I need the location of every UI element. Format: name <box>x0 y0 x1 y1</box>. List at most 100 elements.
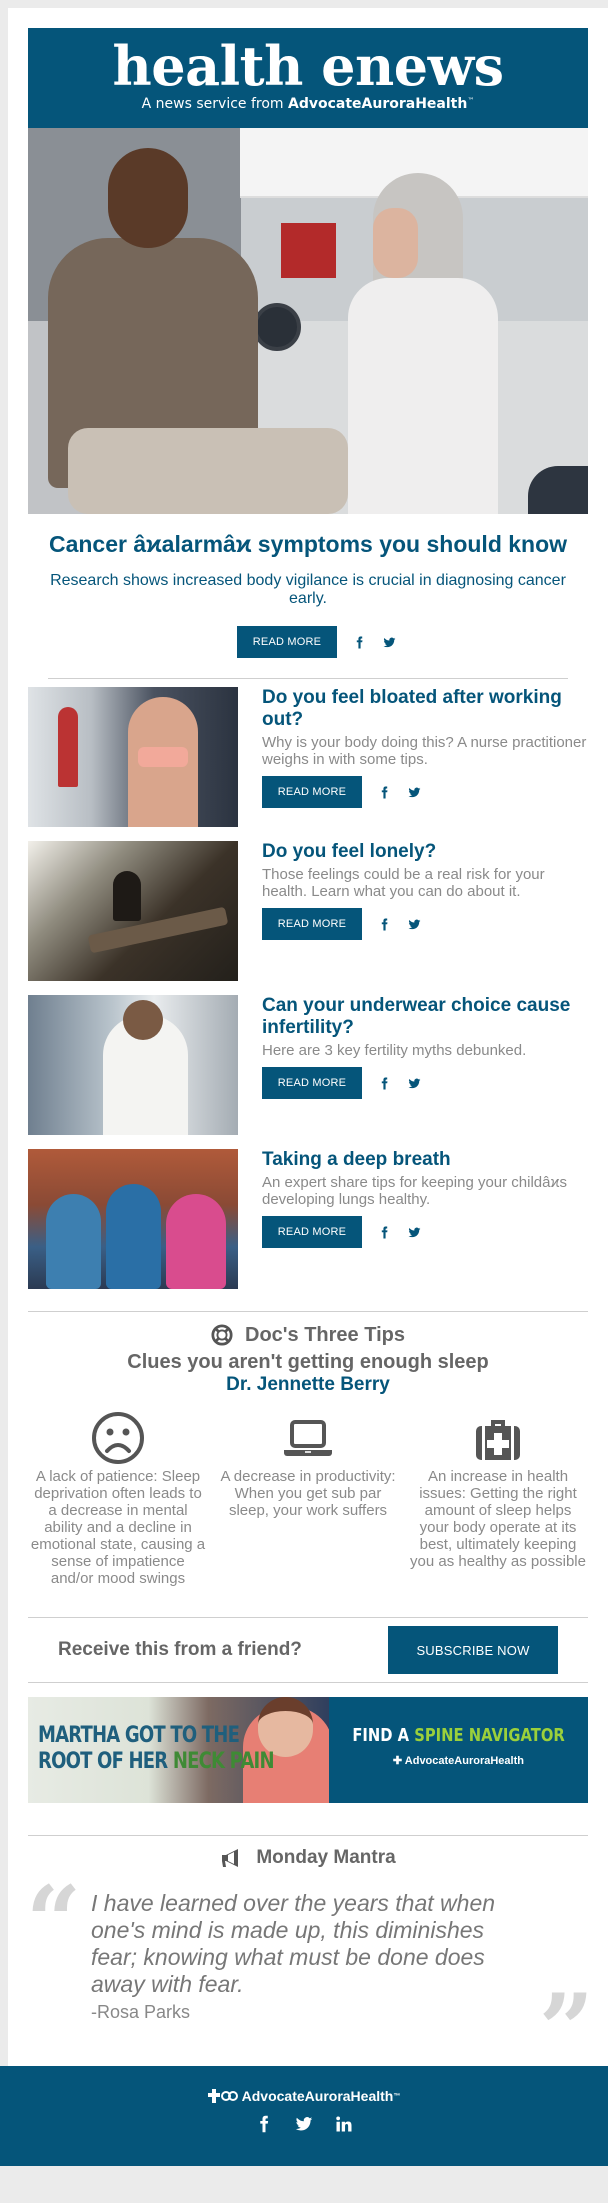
story-actions: READ MORE <box>262 908 588 940</box>
footer-logo-text: AdvocateAuroraHealth <box>241 2088 394 2104</box>
story-title[interactable]: Taking a deep breath <box>262 1149 588 1171</box>
ad-headline: MARTHA GOT TO THE ROOT OF HER NECK PAIN <box>38 1723 275 1775</box>
story-summary: Those feelings could be a real risk for … <box>262 866 545 900</box>
thumb-child <box>166 1194 226 1289</box>
quote-block: “ I have learned over the years that whe… <box>26 1874 594 2078</box>
facebook-icon[interactable] <box>376 1224 392 1240</box>
masthead[interactable]: health enews A news service from Advocat… <box>28 28 588 128</box>
ad-cta: FIND A SPINE NAVIGATOR <box>352 1725 564 1746</box>
read-more-button[interactable]: READ MORE <box>262 776 362 808</box>
tips-subtitle: Clues you aren't getting enough sleep <box>127 1351 489 1373</box>
facebook-icon[interactable] <box>351 634 367 650</box>
thumb-figure-top <box>138 747 188 767</box>
trademark: ™ <box>393 2092 401 2100</box>
facebook-icon[interactable] <box>376 916 392 932</box>
divider <box>48 678 568 679</box>
mantra-heading-text: Monday Mantra <box>256 1847 396 1868</box>
tip-text: A lack of patience: Sleep deprivation of… <box>30 1468 206 1587</box>
ad-cta-panel: FIND A SPINE NAVIGATOR ✚ AdvocateAuroraH… <box>328 1697 588 1803</box>
hero-clinician-face <box>373 208 418 278</box>
subscribe-button[interactable]: SUBSCRIBE NOW <box>388 1626 558 1674</box>
read-more-button[interactable]: READ MORE <box>262 1216 362 1248</box>
story-summary: An expert share tips for keeping your ch… <box>262 1174 568 1208</box>
hero-patient-legs <box>68 428 348 514</box>
subscribe-bar: Receive this from a friend? SUBSCRIBE NO… <box>28 1618 588 1682</box>
brand-logo: health enews <box>112 34 504 98</box>
newsletter: health enews A news service from Advocat… <box>0 8 608 2166</box>
docs-three-tips: Doc's Three Tips Clues you aren't gettin… <box>28 1312 588 1588</box>
trademark: ™ <box>467 96 475 105</box>
tip-text: A decrease in productivity: When you get… <box>220 1468 396 1519</box>
thumb-child <box>106 1184 161 1289</box>
footer: AdvocateAuroraHealth ™ <box>0 2066 608 2166</box>
twitter-icon[interactable] <box>294 2114 314 2134</box>
feature-story: Cancer âϰalarmâϰ symptoms you should kno… <box>28 514 588 678</box>
story-thumbnail[interactable] <box>28 687 238 827</box>
read-more-button[interactable]: READ MORE <box>262 908 362 940</box>
close-quote-icon: ” <box>538 1973 594 2086</box>
open-quote-icon: “ <box>26 1865 82 1978</box>
divider <box>28 1682 588 1683</box>
story-thumbnail[interactable] <box>28 841 238 981</box>
ad-headline-line2: ROOT OF HER <box>38 1749 173 1774</box>
ad-logo-text: AdvocateAuroraHealth <box>404 1755 524 1767</box>
footer-logo[interactable]: AdvocateAuroraHealth ™ <box>0 2088 608 2104</box>
thumb-bench <box>87 906 229 954</box>
twitter-icon[interactable] <box>406 1224 422 1240</box>
subscribe-question: Receive this from a friend? <box>58 1639 302 1660</box>
story-thumbnail[interactable] <box>28 1149 238 1289</box>
tip-item: An increase in health issues: Getting th… <box>408 1410 588 1587</box>
tagline: A news service from AdvocateAuroraHealth… <box>28 96 588 112</box>
twitter-icon[interactable] <box>381 634 397 650</box>
story-actions: READ MORE <box>262 776 588 808</box>
story-summary: Here are 3 key fertility myths debunked. <box>262 1042 527 1059</box>
thumb-figure <box>113 871 141 921</box>
read-more-button[interactable]: READ MORE <box>236 626 338 658</box>
ad-cta-highlight: SPINE NAVIGATOR <box>414 1725 565 1746</box>
twitter-icon[interactable] <box>406 784 422 800</box>
story-item: Taking a deep breath An expert share tip… <box>28 1149 588 1289</box>
tips-heading: Doc's Three Tips <box>28 1322 588 1348</box>
hero-sharps-bin <box>281 223 336 278</box>
ad-cta-text: FIND A <box>352 1725 415 1746</box>
feature-actions: READ MORE <box>28 626 588 658</box>
quote-text: I have learned over the years that when … <box>91 1890 496 1997</box>
hero-bp-gauge <box>253 303 301 351</box>
hero-patient-head <box>108 148 188 248</box>
facebook-icon[interactable] <box>376 1075 392 1091</box>
facebook-icon[interactable] <box>254 2114 274 2134</box>
story-body: Taking a deep breath An expert share tip… <box>262 1149 588 1289</box>
thumb-bg-figure <box>58 707 78 787</box>
story-item: Do you feel bloated after working out? W… <box>28 687 588 827</box>
thumb-figure-head <box>123 1000 163 1040</box>
medkit-icon <box>476 1420 520 1460</box>
story-title[interactable]: Do you feel bloated after working out? <box>262 687 588 731</box>
tips-author[interactable]: Dr. Jennette Berry <box>28 1374 588 1396</box>
footer-social <box>0 2114 608 2134</box>
megaphone-icon <box>222 1849 239 1867</box>
spine-navigator-ad[interactable]: MARTHA GOT TO THE ROOT OF HER NECK PAIN … <box>28 1697 588 1803</box>
tips-heading-text: Doc's Three Tips <box>245 1323 405 1346</box>
org-logo-icon <box>207 2089 238 2103</box>
twitter-icon[interactable] <box>406 916 422 932</box>
story-title[interactable]: Do you feel lonely? <box>262 841 588 863</box>
tagline-org: AdvocateAuroraHealth <box>288 96 468 112</box>
read-more-button[interactable]: READ MORE <box>262 1067 362 1099</box>
monday-mantra: Monday Mantra “ I have learned over the … <box>26 1836 594 2078</box>
twitter-icon[interactable] <box>406 1075 422 1091</box>
mantra-heading: Monday Mantra <box>28 1846 588 1870</box>
story-title[interactable]: Can your underwear choice cause infertil… <box>262 995 588 1039</box>
tips-list: A lack of patience: Sleep deprivation of… <box>28 1410 588 1587</box>
facebook-icon[interactable] <box>376 784 392 800</box>
story-actions: READ MORE <box>262 1067 588 1099</box>
tip-item: A lack of patience: Sleep deprivation of… <box>28 1410 208 1587</box>
story-thumbnail[interactable] <box>28 995 238 1135</box>
ad-headline-line1: MARTHA GOT TO THE <box>38 1723 240 1748</box>
life-ring-icon <box>211 1324 233 1346</box>
tagline-prefix: A news service from <box>141 96 288 112</box>
tip-item: A decrease in productivity: When you get… <box>218 1410 398 1587</box>
hero-image[interactable] <box>28 128 588 514</box>
linkedin-icon[interactable] <box>334 2114 354 2134</box>
quote-attribution: -Rosa Parks <box>91 2002 191 2022</box>
feature-title[interactable]: Cancer âϰalarmâϰ symptoms you should kno… <box>28 530 588 558</box>
